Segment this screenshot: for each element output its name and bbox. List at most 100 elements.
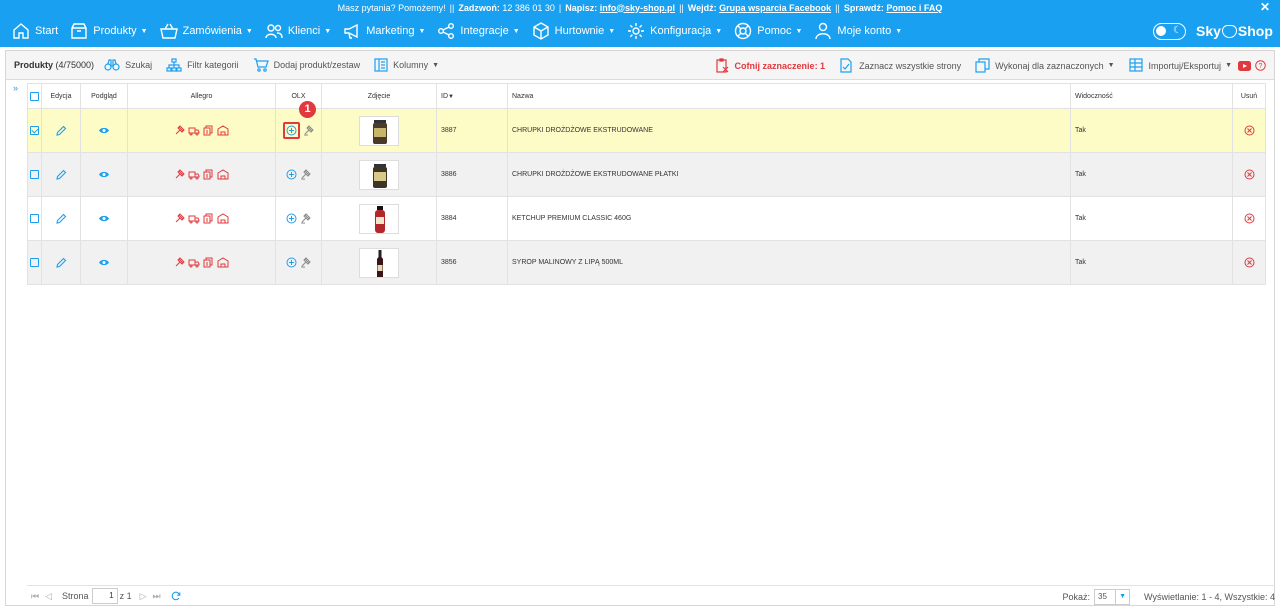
row-checkbox[interactable]: [30, 170, 39, 179]
nav-item-hurtownie[interactable]: Hurtownie ▼: [526, 15, 621, 47]
page-input[interactable]: 1: [91, 588, 118, 604]
pencil-icon[interactable]: [55, 125, 67, 137]
product-image[interactable]: [359, 203, 399, 234]
nav-item-zamowienia[interactable]: Zamówienia ▼: [154, 15, 259, 47]
row-checkbox[interactable]: [30, 214, 39, 223]
help-icon[interactable]: ?: [1255, 60, 1266, 71]
store-icon[interactable]: [217, 257, 229, 268]
photo-cell[interactable]: [321, 240, 437, 285]
skyshop-logo[interactable]: Sky Shop: [1196, 23, 1273, 39]
row-checkbox-cell[interactable]: [27, 196, 42, 241]
product-name[interactable]: CHRUPKI DROŻDŻOWE EKSTRUDOWANE PŁATKI: [507, 152, 1071, 197]
select-all-checkbox-cell[interactable]: [27, 83, 42, 109]
product-name[interactable]: KETCHUP PREMIUM CLASSIC 460G: [507, 196, 1071, 241]
edit-cell[interactable]: [41, 196, 81, 241]
delete-cell[interactable]: [1232, 240, 1266, 285]
nav-item-klienci[interactable]: Klienci ▼: [259, 15, 337, 47]
eye-icon[interactable]: [98, 126, 110, 135]
store-icon[interactable]: [217, 213, 229, 224]
documents-icon[interactable]: [203, 169, 214, 180]
nav-item-start[interactable]: Start: [6, 15, 64, 47]
preview-cell[interactable]: [80, 240, 128, 285]
preview-cell[interactable]: [80, 196, 128, 241]
documents-icon[interactable]: [203, 213, 214, 224]
store-icon[interactable]: [217, 125, 229, 136]
do-for-selected-button[interactable]: Wykonaj dla zaznaczonych ▼: [975, 58, 1115, 73]
select-all-pages-button[interactable]: Zaznacz wszystkie strony: [839, 58, 961, 73]
nav-item-produkty[interactable]: Produkty ▼: [64, 15, 153, 47]
email-link[interactable]: info@sky-shop.pl: [600, 3, 675, 13]
close-icon[interactable]: ✕: [1260, 1, 1270, 13]
refresh-icon[interactable]: [171, 591, 181, 601]
next-page-icon[interactable]: ▷: [140, 591, 147, 602]
dark-mode-toggle[interactable]: ☾: [1153, 23, 1186, 40]
plus-circle-icon[interactable]: [286, 125, 297, 136]
row-checkbox-cell[interactable]: [27, 108, 42, 153]
delete-cell[interactable]: [1232, 108, 1266, 153]
eye-icon[interactable]: [98, 170, 110, 179]
eye-icon[interactable]: [98, 258, 110, 267]
preview-cell[interactable]: [80, 152, 128, 197]
row-checkbox[interactable]: [30, 258, 39, 267]
pencil-icon[interactable]: [55, 213, 67, 225]
product-image[interactable]: [359, 159, 399, 190]
photo-cell[interactable]: [321, 108, 437, 153]
columns-button[interactable]: Kolumny ▼: [374, 58, 439, 72]
table-row[interactable]: 1 3887 CHRUPKI DROŻDŻOWE EKSTRUDOWANE Ta…: [27, 101, 1266, 153]
documents-icon[interactable]: [203, 257, 214, 268]
olx-hammer-icon[interactable]: [300, 169, 311, 180]
nav-item-konfiguracja[interactable]: Konfiguracja ▼: [621, 15, 728, 47]
plus-circle-icon[interactable]: [286, 257, 297, 268]
table-row[interactable]: 3884 KETCHUP PREMIUM CLASSIC 460G Tak: [27, 196, 1266, 241]
delete-icon[interactable]: [1244, 169, 1255, 180]
truck-icon[interactable]: [188, 170, 200, 180]
search-button[interactable]: Szukaj: [104, 58, 152, 72]
row-checkbox-cell[interactable]: [27, 152, 42, 197]
row-checkbox[interactable]: [30, 126, 39, 135]
edit-cell[interactable]: [41, 152, 81, 197]
preview-cell[interactable]: [80, 108, 128, 153]
nav-item-integracje[interactable]: Integracje ▼: [431, 15, 525, 47]
product-image[interactable]: [359, 115, 399, 146]
first-page-icon[interactable]: ⏮: [31, 591, 39, 602]
chevron-down-icon[interactable]: ▼: [1116, 588, 1131, 605]
plus-circle-icon[interactable]: [286, 169, 297, 180]
facebook-group-link[interactable]: Grupa wsparcia Facebook: [719, 3, 831, 13]
eye-icon[interactable]: [98, 214, 110, 223]
expand-sidebar-icon[interactable]: »: [13, 83, 18, 93]
photo-cell[interactable]: [321, 152, 437, 197]
nav-item-pomoc[interactable]: Pomoc ▼: [728, 15, 808, 47]
olx-add-highlight[interactable]: [283, 122, 300, 139]
page-size-select[interactable]: 35 ▼: [1094, 588, 1131, 605]
photo-cell[interactable]: [321, 196, 437, 241]
hammer-icon[interactable]: [174, 257, 185, 268]
prev-page-icon[interactable]: ◁: [45, 591, 52, 602]
row-checkbox-cell[interactable]: [27, 240, 42, 285]
help-faq-link[interactable]: Pomoc i FAQ: [886, 3, 942, 13]
olx-hammer-icon[interactable]: [300, 213, 311, 224]
add-product-button[interactable]: Dodaj produkt/zestaw: [253, 58, 360, 72]
product-name[interactable]: CHRUPKI DROŻDŻOWE EKSTRUDOWANE: [507, 108, 1071, 153]
documents-icon[interactable]: [203, 125, 214, 136]
truck-icon[interactable]: [188, 126, 200, 136]
delete-cell[interactable]: [1232, 152, 1266, 197]
category-filter-button[interactable]: Filtr kategorii: [166, 58, 239, 72]
delete-cell[interactable]: [1232, 196, 1266, 241]
column-header-visibility[interactable]: Widoczność: [1070, 83, 1233, 109]
delete-icon[interactable]: [1244, 257, 1255, 268]
hammer-icon[interactable]: [174, 169, 185, 180]
nav-item-marketing[interactable]: Marketing ▼: [337, 15, 431, 47]
product-image[interactable]: [359, 247, 399, 278]
truck-icon[interactable]: [188, 258, 200, 268]
delete-icon[interactable]: [1244, 213, 1255, 224]
edit-cell[interactable]: [41, 240, 81, 285]
olx-hammer-icon[interactable]: [300, 257, 311, 268]
column-header-id[interactable]: ID▼: [436, 83, 508, 109]
hammer-icon[interactable]: [174, 125, 185, 136]
nav-item-moje-konto[interactable]: Moje konto ▼: [808, 15, 908, 47]
plus-circle-icon[interactable]: [286, 213, 297, 224]
last-page-icon[interactable]: ⏭: [153, 591, 161, 602]
youtube-icon[interactable]: [1238, 60, 1251, 71]
pencil-icon[interactable]: [55, 169, 67, 181]
product-name[interactable]: SYROP MALINOWY Z LIPĄ 500ML: [507, 240, 1071, 285]
